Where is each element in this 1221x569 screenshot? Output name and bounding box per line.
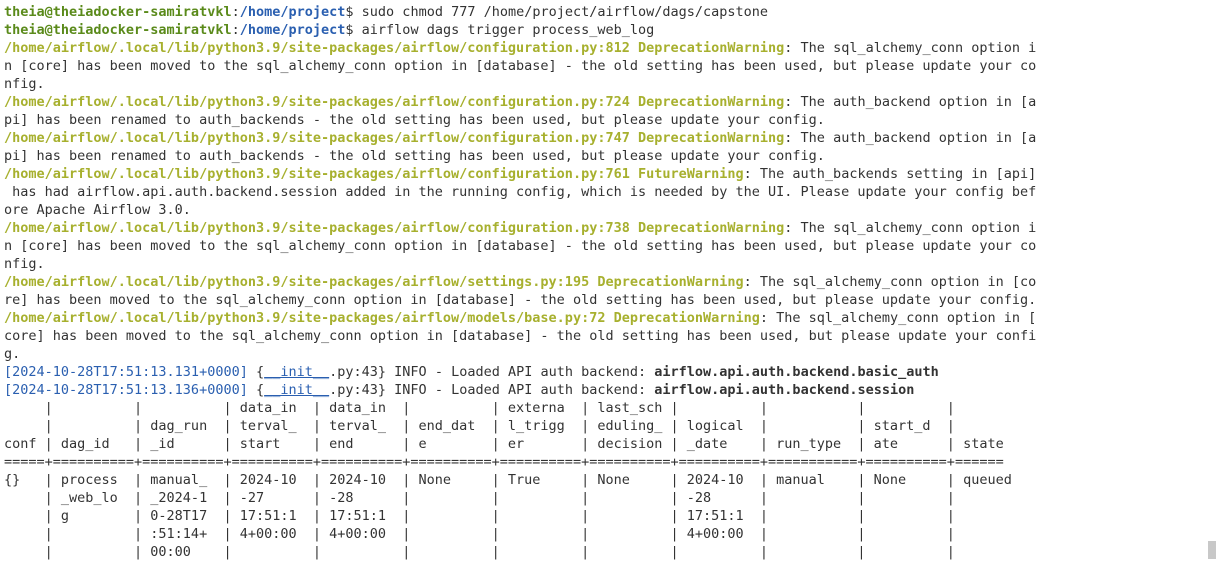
warning-line-continued: ore Apache Airflow 3.0. (4, 201, 1209, 219)
warning-line: /home/airflow/.local/lib/python3.9/site-… (4, 273, 1209, 291)
table-row-text: | | :51:14+ | 4+00:00 | 4+00:00 | | | | … (4, 526, 955, 542)
terminal-output[interactable]: theia@theiadocker-samiratvkl:/home/proje… (4, 3, 1209, 561)
warning-line-continued: n [core] has been moved to the sql_alche… (4, 237, 1209, 255)
warning-line-continued: core] has been moved to the sql_alchemy_… (4, 327, 1209, 345)
warning-line-continued: n [core] has been moved to the sql_alche… (4, 57, 1209, 75)
warning-line: /home/airflow/.local/lib/python3.9/site-… (4, 309, 1209, 327)
warning-line: /home/airflow/.local/lib/python3.9/site-… (4, 93, 1209, 111)
warning-message: : The auth_backend option in [a (784, 130, 1037, 146)
warning-path: /home/airflow/.local/lib/python3.9/site-… (4, 40, 630, 56)
warning-type: FutureWarning (637, 166, 744, 182)
scrollbar-thumb[interactable] (1208, 541, 1216, 559)
warning-message: pi] has been renamed to auth_backends - … (4, 148, 825, 164)
warning-path: /home/airflow/.local/lib/python3.9/site-… (4, 94, 630, 110)
warning-message: : The auth_backends setting in [api] (743, 166, 1037, 182)
log-timestamp: [2024-10-28T17:51:13.136+0000] (4, 382, 248, 398)
log-source: { (247, 364, 265, 380)
log-message: INFO - Loaded API auth backend: (386, 364, 655, 380)
warning-message: pi] has been renamed to auth_backends - … (4, 112, 825, 128)
log-timestamp: [2024-10-28T17:51:13.131+0000] (4, 364, 248, 380)
warning-message: n [core] has been moved to the sql_alche… (4, 238, 1037, 254)
table-header-text: | | dag_run | terval_ | terval_ | end_da… (4, 418, 955, 434)
prompt-user: theia@theiadocker-samiratvkl (4, 22, 232, 38)
command-text: airflow dags trigger process_web_log (361, 22, 655, 38)
warning-line-continued: re] has been moved to the sql_alchemy_co… (4, 291, 1209, 309)
warning-message: nfig. (4, 76, 45, 92)
table-header-text: | | | data_in | data_in | | externa | la… (4, 400, 955, 416)
table-header-row: | | dag_run | terval_ | terval_ | end_da… (4, 417, 1209, 435)
warning-path: /home/airflow/.local/lib/python3.9/site-… (4, 166, 630, 182)
warning-line-continued: nfig. (4, 75, 1209, 93)
warning-line-continued: pi] has been renamed to auth_backends - … (4, 111, 1209, 129)
warning-line-continued: g. (4, 345, 1209, 363)
prompt-path: /home/project (239, 4, 346, 20)
warning-path: /home/airflow/.local/lib/python3.9/site-… (4, 310, 606, 326)
table-row-text: | | 00:00 | | | | | | | | | (4, 544, 955, 560)
warning-type: DeprecationWarning (637, 40, 785, 56)
table-row-text: | _web_lo | _2024-1 | -27 | -28 | | | | … (4, 490, 955, 506)
command-text: sudo chmod 777 /home/project/airflow/dag… (361, 4, 769, 20)
log-value: airflow.api.auth.backend.basic_auth (654, 364, 939, 380)
table-row-text: {} | process | manual_ | 2024-10 | 2024-… (4, 472, 1012, 488)
warning-message: re] has been moved to the sql_alchemy_co… (4, 292, 1037, 308)
prompt-symbol: $ (345, 22, 354, 38)
log-source: .py:43} (329, 382, 387, 398)
table-separator: =====+==========+==========+==========+=… (4, 453, 1209, 471)
table-header-row: conf | dag_id | _id | start | end | e | … (4, 435, 1209, 453)
warning-type: DeprecationWarning (637, 220, 785, 236)
log-source: .py:43} (329, 364, 387, 380)
log-source: { (247, 382, 265, 398)
prompt-path: /home/project (239, 22, 346, 38)
warning-message: ore Apache Airflow 3.0. (4, 202, 191, 218)
warning-message: g. (4, 346, 21, 362)
warning-line-continued: pi] has been renamed to auth_backends - … (4, 147, 1209, 165)
command-line: theia@theiadocker-samiratvkl:/home/proje… (4, 22, 655, 38)
warning-line: /home/airflow/.local/lib/python3.9/site-… (4, 39, 1209, 57)
warning-type: DeprecationWarning (597, 274, 744, 290)
warning-message: n [core] has been moved to the sql_alche… (4, 58, 1037, 74)
table-header-row: | | | data_in | data_in | | externa | la… (4, 399, 1209, 417)
warning-message: : The sql_alchemy_conn option in [co (743, 274, 1037, 290)
prompt-user: theia@theiadocker-samiratvkl (4, 4, 232, 20)
table-row: {} | process | manual_ | 2024-10 | 2024-… (4, 471, 1209, 489)
log-value: airflow.api.auth.backend.session (654, 382, 915, 398)
warning-message: : The sql_alchemy_conn option i (784, 40, 1037, 56)
warning-message: : The sql_alchemy_conn option i (784, 220, 1037, 236)
warning-path: /home/airflow/.local/lib/python3.9/site-… (4, 220, 630, 236)
command-line: theia@theiadocker-samiratvkl:/home/proje… (4, 4, 769, 20)
warning-type: DeprecationWarning (613, 310, 760, 326)
table-row: | | :51:14+ | 4+00:00 | 4+00:00 | | | | … (4, 525, 1209, 543)
log-info-line: [2024-10-28T17:51:13.131+0000] {__init__… (4, 363, 1209, 381)
scrollbar[interactable] (1208, 0, 1219, 569)
warning-type: DeprecationWarning (637, 94, 785, 110)
warning-line: /home/airflow/.local/lib/python3.9/site-… (4, 219, 1209, 237)
table-header-text: conf | dag_id | _id | start | end | e | … (4, 436, 1004, 452)
log-message: INFO - Loaded API auth backend: (386, 382, 655, 398)
prompt-symbol: $ (345, 4, 354, 20)
table-row-text: | g | 0-28T17 | 17:51:1 | 17:51:1 | | | … (4, 508, 955, 524)
warning-line-continued: has had airflow.api.auth.backend.session… (4, 183, 1209, 201)
warning-message: : The auth_backend option in [a (784, 94, 1037, 110)
table-separator-text: =====+==========+==========+==========+=… (4, 454, 1004, 470)
warning-path: /home/airflow/.local/lib/python3.9/site-… (4, 274, 590, 290)
warning-type: DeprecationWarning (637, 130, 785, 146)
log-module: __init__ (264, 364, 330, 380)
warning-message: : The sql_alchemy_conn option in [ (759, 310, 1037, 326)
warning-message: has had airflow.api.auth.backend.session… (4, 184, 1037, 200)
table-row: | g | 0-28T17 | 17:51:1 | 17:51:1 | | | … (4, 507, 1209, 525)
table-row: | | 00:00 | | | | | | | | | (4, 543, 1209, 561)
warning-line: /home/airflow/.local/lib/python3.9/site-… (4, 129, 1209, 147)
warning-message: nfig. (4, 256, 45, 272)
table-row: | _web_lo | _2024-1 | -27 | -28 | | | | … (4, 489, 1209, 507)
warning-line: /home/airflow/.local/lib/python3.9/site-… (4, 165, 1209, 183)
log-module: __init__ (264, 382, 330, 398)
warning-message: core] has been moved to the sql_alchemy_… (4, 328, 1037, 344)
log-info-line: [2024-10-28T17:51:13.136+0000] {__init__… (4, 381, 1209, 399)
warning-path: /home/airflow/.local/lib/python3.9/site-… (4, 130, 630, 146)
warning-line-continued: nfig. (4, 255, 1209, 273)
